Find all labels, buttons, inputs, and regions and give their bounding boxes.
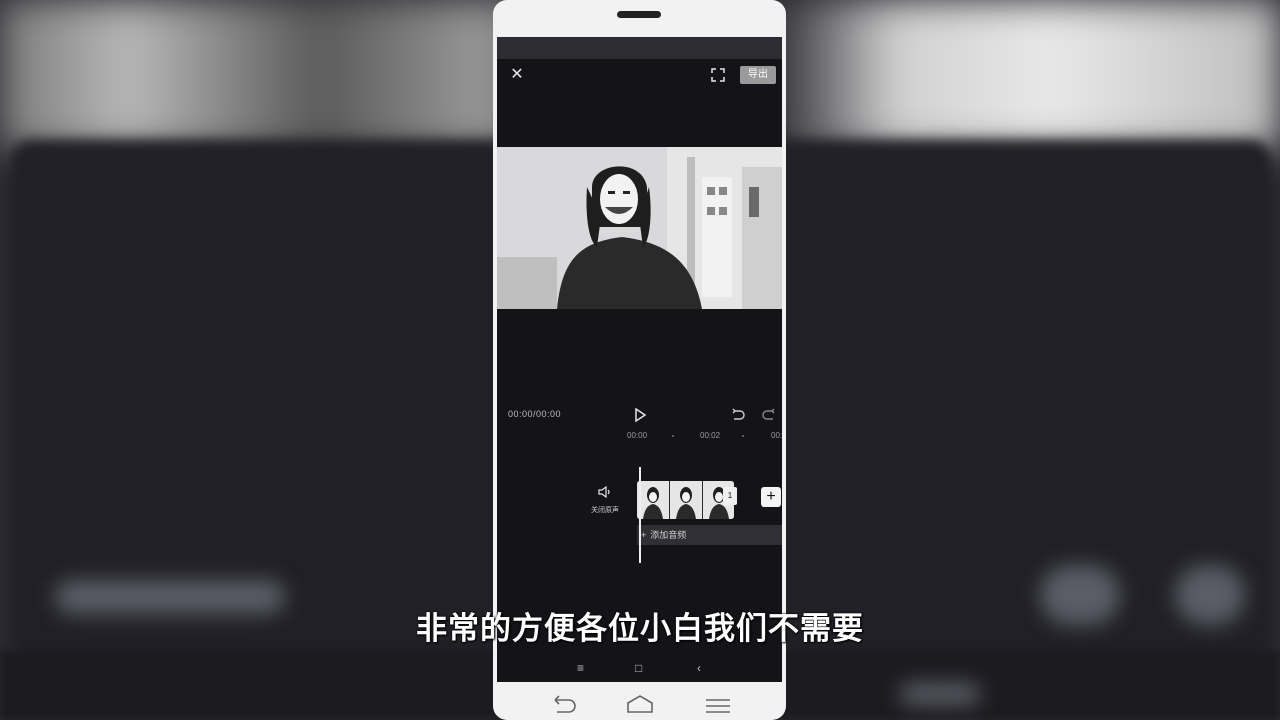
- playhead[interactable]: [639, 467, 641, 563]
- export-button[interactable]: 导出: [740, 66, 776, 84]
- close-icon[interactable]: ✕: [509, 67, 525, 83]
- background-blob: [900, 683, 980, 705]
- timeline: 关闭原声 1 + + 添加音频: [497, 467, 782, 577]
- clip-thumbnail: [670, 481, 702, 519]
- screen-nav-bar: ≡ □ ‹: [497, 655, 782, 682]
- timeline-ruler: 00:00 00:02 00:: [497, 429, 782, 443]
- clip-thumbnail: [637, 481, 669, 519]
- phone-speaker: [617, 11, 661, 18]
- home-icon[interactable]: □: [635, 661, 642, 675]
- add-audio-label: 添加音频: [650, 530, 687, 540]
- mute-label: 关闭原声: [591, 507, 619, 514]
- hardware-back-icon[interactable]: [547, 694, 577, 719]
- ruler-tick: 00:02: [700, 431, 721, 440]
- status-bar: [497, 37, 782, 59]
- ruler-dot: [672, 435, 674, 437]
- player-controls: 00:00/00:00: [497, 403, 782, 427]
- redo-icon[interactable]: [761, 407, 777, 423]
- mute-original-audio-button[interactable]: 关闭原声: [591, 485, 619, 515]
- menu-icon[interactable]: ≡: [577, 661, 584, 675]
- hardware-menu-icon[interactable]: [703, 694, 733, 719]
- undo-icon[interactable]: [730, 407, 746, 423]
- video-frame-image: [497, 147, 782, 309]
- add-audio-track[interactable]: + 添加音频: [637, 525, 782, 545]
- hardware-nav: [493, 690, 786, 720]
- video-clip[interactable]: [637, 481, 734, 519]
- ruler-tick: 00:: [771, 431, 782, 440]
- fullscreen-icon[interactable]: [711, 68, 725, 82]
- phone-screen: ✕ 导出 00:00/00:00 00:00 00:02 00: 关闭原声 1 …: [497, 37, 782, 682]
- hardware-home-icon[interactable]: [625, 694, 655, 719]
- subtitle-caption: 非常的方便各位小白我们不需要: [416, 611, 864, 647]
- play-icon[interactable]: [632, 407, 648, 423]
- video-preview[interactable]: [497, 147, 782, 309]
- ruler-tick: 00:00: [627, 431, 648, 440]
- speaker-icon: [598, 485, 610, 499]
- add-clip-button[interactable]: +: [761, 487, 781, 507]
- plus-icon: +: [641, 530, 647, 540]
- ruler-dot: [742, 435, 744, 437]
- clip-duration-badge: 1: [723, 487, 737, 505]
- back-icon[interactable]: ‹: [697, 661, 701, 675]
- timecode: 00:00/00:00: [508, 409, 562, 419]
